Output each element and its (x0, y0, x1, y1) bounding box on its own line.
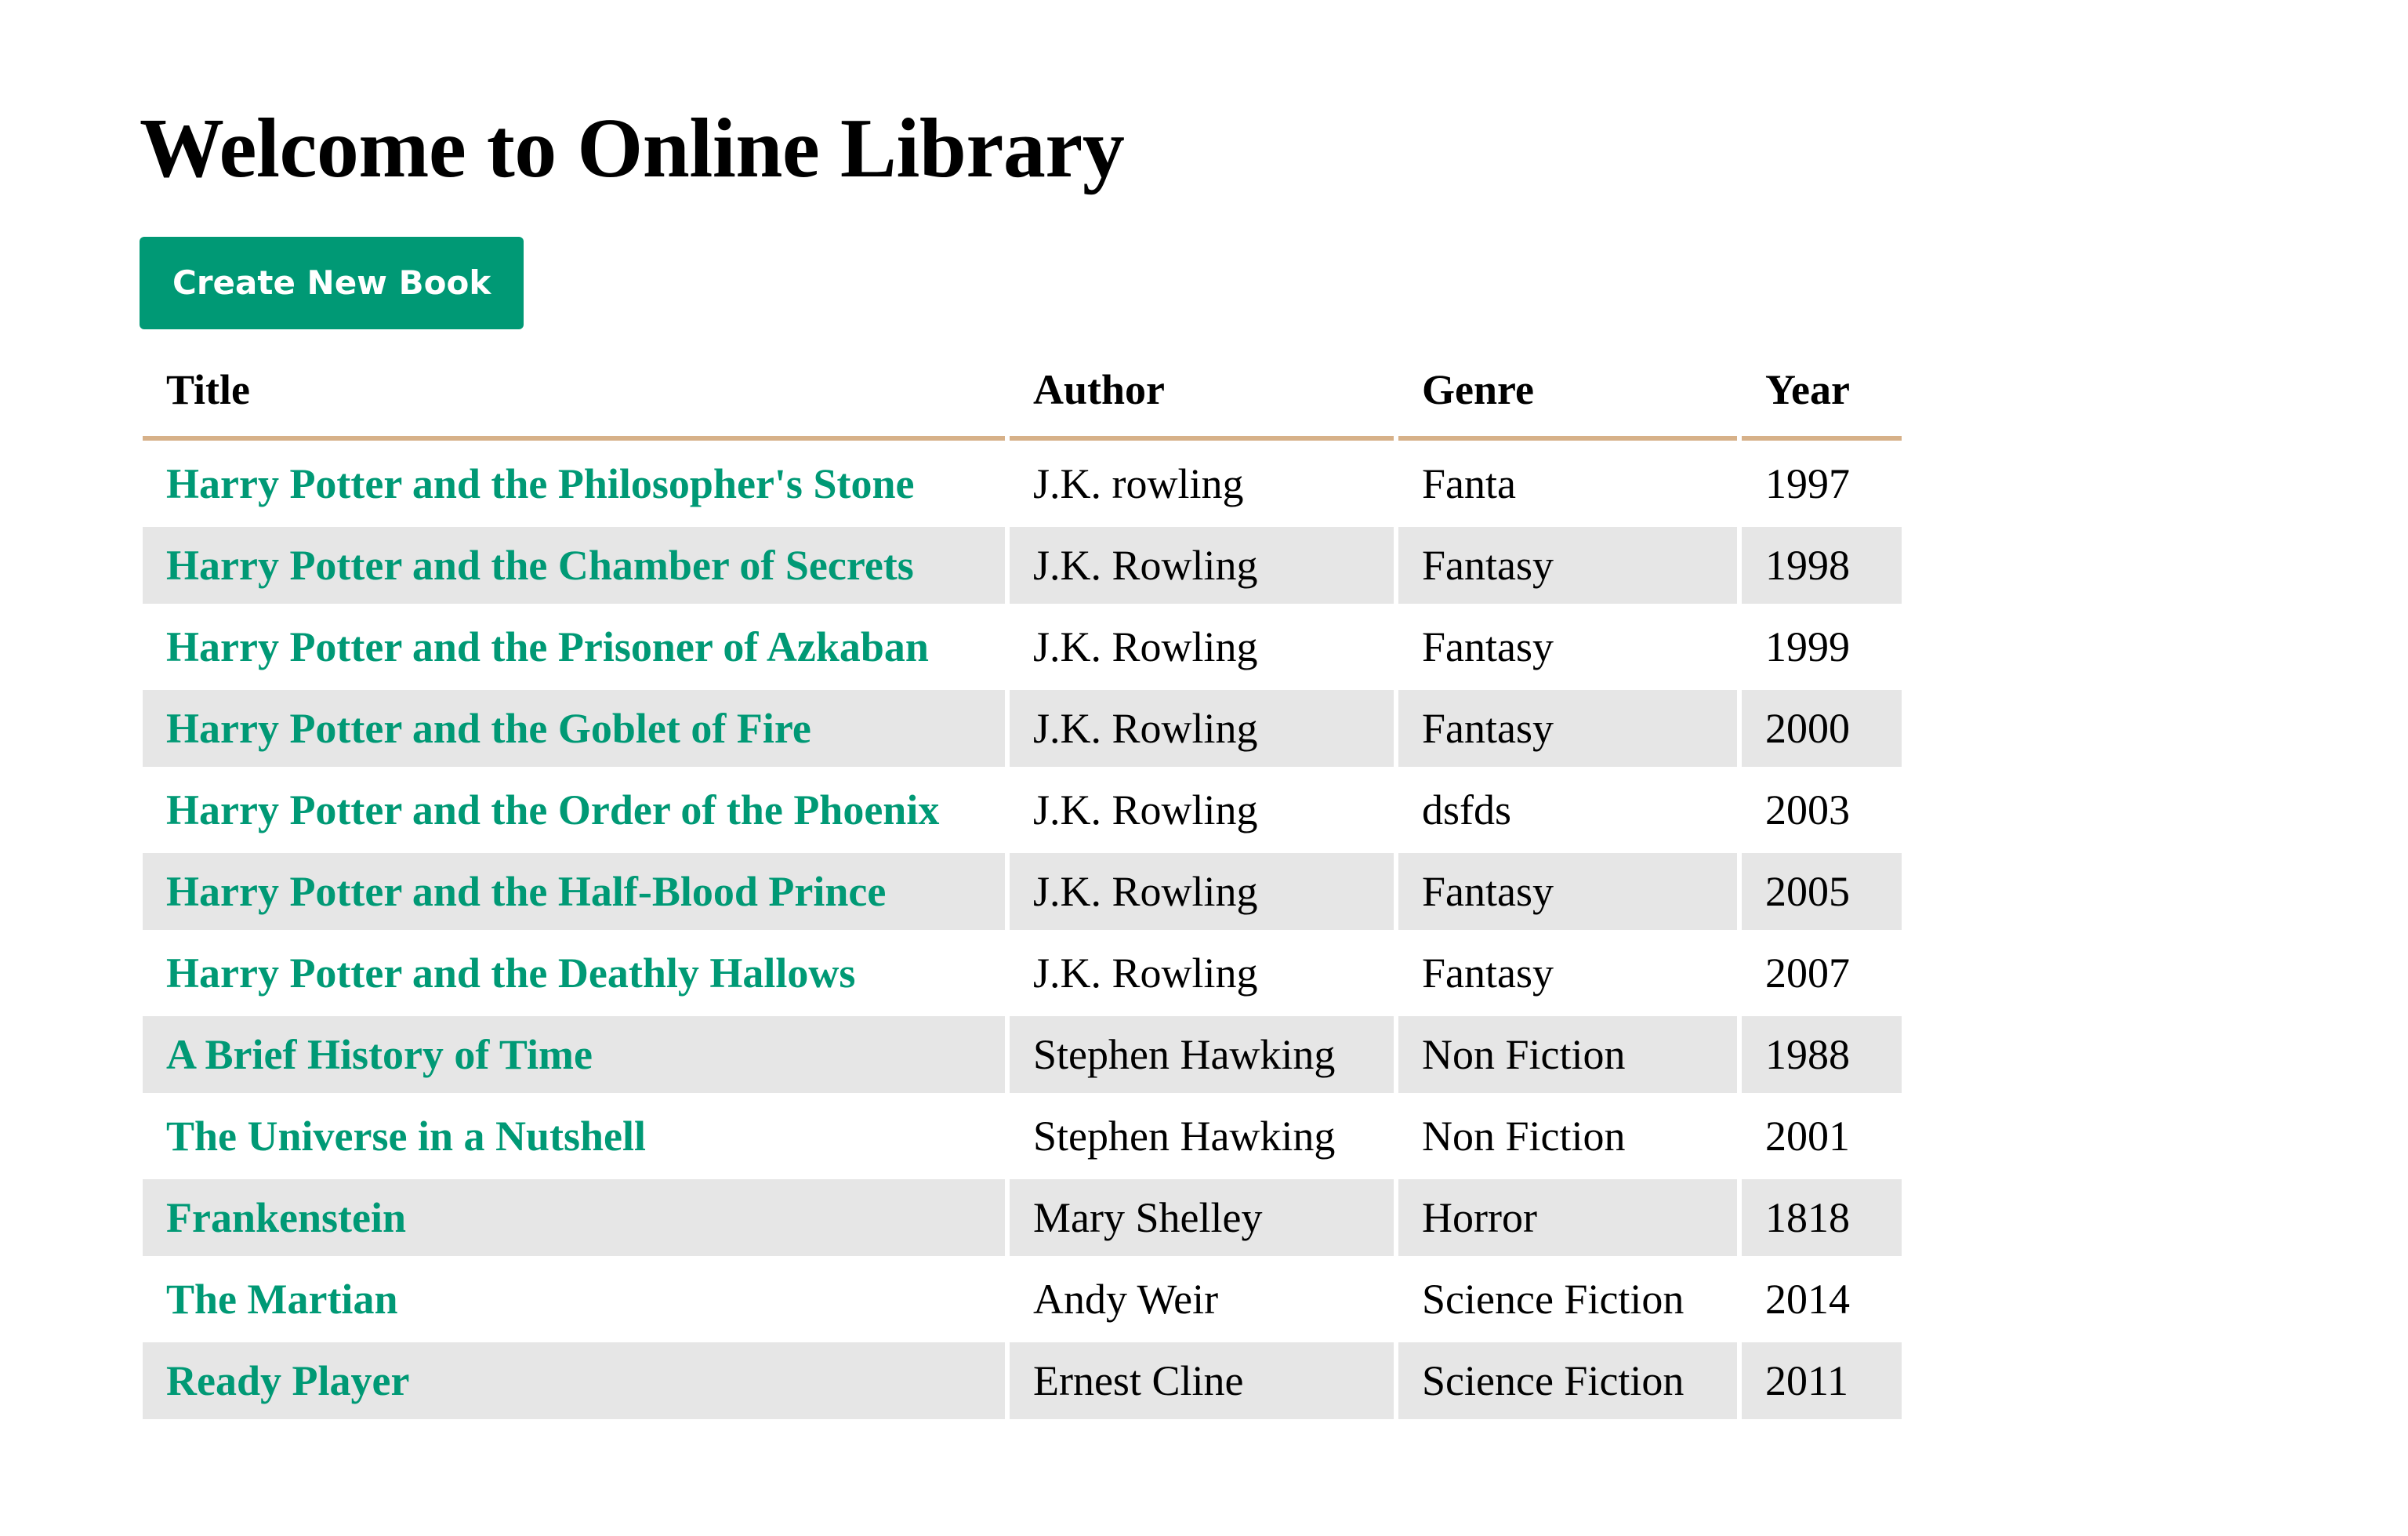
author-cell: J.K. rowling (1010, 441, 1394, 522)
year-cell: 2000 (1742, 685, 1902, 767)
year-cell: 2001 (1742, 1093, 1902, 1175)
book-title-link[interactable]: The Martian (166, 1276, 397, 1323)
author-cell: J.K. Rowling (1010, 604, 1394, 685)
genre-cell: Science Fiction (1398, 1256, 1737, 1338)
book-title-link[interactable]: A Brief History of Time (166, 1031, 593, 1078)
author-cell: Ernest Cline (1010, 1338, 1394, 1419)
author-cell: Mary Shelley (1010, 1175, 1394, 1256)
book-title-link[interactable]: Harry Potter and the Order of the Phoeni… (166, 786, 939, 833)
table-row: The Martian Andy Weir Science Fiction 20… (143, 1256, 1902, 1338)
year-cell: 1998 (1742, 522, 1902, 604)
year-cell: 1999 (1742, 604, 1902, 685)
author-cell: J.K. Rowling (1010, 930, 1394, 1011)
title-cell: Harry Potter and the Goblet of Fire (143, 685, 1005, 767)
genre-cell: Science Fiction (1398, 1338, 1737, 1419)
table-row: Harry Potter and the Deathly Hallows J.K… (143, 930, 1902, 1011)
table-row: Harry Potter and the Chamber of Secrets … (143, 522, 1902, 604)
author-cell: Andy Weir (1010, 1256, 1394, 1338)
table-row: Harry Potter and the Order of the Phoeni… (143, 767, 1902, 848)
title-cell: Ready Player (143, 1338, 1005, 1419)
table-row: Harry Potter and the Philosopher's Stone… (143, 441, 1902, 522)
title-cell: Harry Potter and the Deathly Hallows (143, 930, 1005, 1011)
year-cell: 1997 (1742, 441, 1902, 522)
title-cell: Harry Potter and the Prisoner of Azkaban (143, 604, 1005, 685)
table-row: Harry Potter and the Goblet of Fire J.K.… (143, 685, 1902, 767)
author-cell: J.K. Rowling (1010, 522, 1394, 604)
book-title-link[interactable]: The Universe in a Nutshell (166, 1113, 646, 1160)
table-row: Ready Player Ernest Cline Science Fictio… (143, 1338, 1902, 1419)
genre-cell: dsfds (1398, 767, 1737, 848)
author-cell: Stephen Hawking (1010, 1011, 1394, 1093)
title-cell: A Brief History of Time (143, 1011, 1005, 1093)
column-header-year: Year (1742, 365, 1902, 441)
genre-cell: Fantasy (1398, 930, 1737, 1011)
author-cell: J.K. Rowling (1010, 685, 1394, 767)
genre-cell: Fantasy (1398, 848, 1737, 930)
page-container: Welcome to Online Library Create New Boo… (0, 0, 2408, 1419)
books-table: Title Author Genre Year Harry Potter and… (138, 365, 1906, 1419)
column-header-author: Author (1010, 365, 1394, 441)
title-cell: The Martian (143, 1256, 1005, 1338)
genre-cell: Fantasy (1398, 685, 1737, 767)
table-row: Harry Potter and the Half-Blood Prince J… (143, 848, 1902, 930)
title-cell: The Universe in a Nutshell (143, 1093, 1005, 1175)
table-row: The Universe in a Nutshell Stephen Hawki… (143, 1093, 1902, 1175)
title-cell: Frankenstein (143, 1175, 1005, 1256)
year-cell: 2014 (1742, 1256, 1902, 1338)
book-title-link[interactable]: Harry Potter and the Prisoner of Azkaban (166, 623, 929, 670)
book-title-link[interactable]: Frankenstein (166, 1194, 406, 1241)
book-title-link[interactable]: Harry Potter and the Goblet of Fire (166, 705, 811, 752)
table-row: A Brief History of Time Stephen Hawking … (143, 1011, 1902, 1093)
genre-cell: Fantasy (1398, 604, 1737, 685)
book-title-link[interactable]: Harry Potter and the Philosopher's Stone (166, 460, 914, 507)
genre-cell: Non Fiction (1398, 1011, 1737, 1093)
year-cell: 2003 (1742, 767, 1902, 848)
year-cell: 1818 (1742, 1175, 1902, 1256)
table-header-row: Title Author Genre Year (143, 365, 1902, 441)
title-cell: Harry Potter and the Philosopher's Stone (143, 441, 1005, 522)
page-title: Welcome to Online Library (140, 102, 1125, 195)
year-cell: 2005 (1742, 848, 1902, 930)
column-header-genre: Genre (1398, 365, 1737, 441)
column-header-title: Title (143, 365, 1005, 441)
book-title-link[interactable]: Ready Player (166, 1357, 409, 1404)
book-title-link[interactable]: Harry Potter and the Chamber of Secrets (166, 542, 914, 589)
author-cell: J.K. Rowling (1010, 767, 1394, 848)
genre-cell: Non Fiction (1398, 1093, 1737, 1175)
table-row: Frankenstein Mary Shelley Horror 1818 (143, 1175, 1902, 1256)
title-cell: Harry Potter and the Chamber of Secrets (143, 522, 1005, 604)
title-cell: Harry Potter and the Order of the Phoeni… (143, 767, 1005, 848)
genre-cell: Fanta (1398, 441, 1737, 522)
genre-cell: Horror (1398, 1175, 1737, 1256)
author-cell: J.K. Rowling (1010, 848, 1394, 930)
table-row: Harry Potter and the Prisoner of Azkaban… (143, 604, 1902, 685)
title-cell: Harry Potter and the Half-Blood Prince (143, 848, 1005, 930)
year-cell: 2011 (1742, 1338, 1902, 1419)
year-cell: 1988 (1742, 1011, 1902, 1093)
book-title-link[interactable]: Harry Potter and the Deathly Hallows (166, 950, 855, 997)
genre-cell: Fantasy (1398, 522, 1737, 604)
year-cell: 2007 (1742, 930, 1902, 1011)
create-new-book-button[interactable]: Create New Book (140, 237, 524, 329)
author-cell: Stephen Hawking (1010, 1093, 1394, 1175)
book-title-link[interactable]: Harry Potter and the Half-Blood Prince (166, 868, 886, 915)
